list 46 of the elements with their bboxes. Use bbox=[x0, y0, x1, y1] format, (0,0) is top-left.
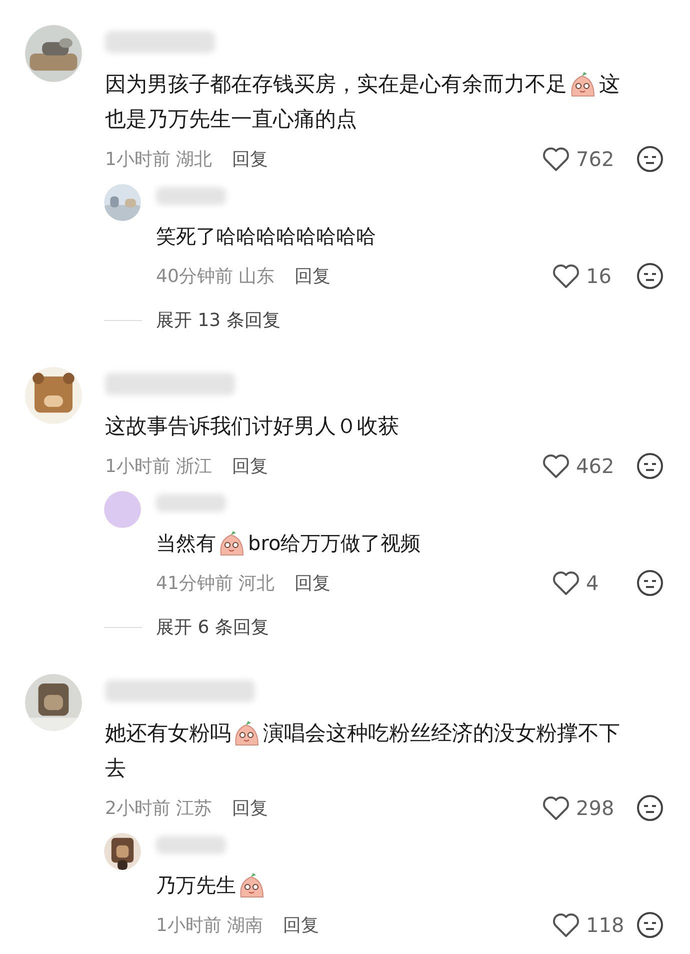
reply-link[interactable]: 回复 bbox=[232, 147, 268, 171]
like-button[interactable]: 118 bbox=[552, 912, 632, 938]
comment-text: 演唱会这种吃粉丝经济的没女粉撑不下 bbox=[263, 720, 620, 747]
heart-icon bbox=[552, 263, 580, 289]
heart-icon bbox=[542, 146, 570, 172]
reply-link[interactable]: 回复 bbox=[232, 454, 268, 478]
comment-text: 这故事告诉我们讨好男人０收获 bbox=[105, 413, 399, 440]
expand-replies-link[interactable]: 展开 6 条回复 bbox=[156, 615, 269, 639]
dislike-face-icon[interactable] bbox=[636, 452, 664, 480]
dislike-face-icon[interactable] bbox=[636, 569, 664, 597]
comment-text: 也是乃万先生一直心痛的点 bbox=[105, 106, 357, 133]
like-button[interactable]: 4 bbox=[552, 570, 632, 596]
comment-meta: 41分钟前 河北 bbox=[156, 572, 275, 595]
comment-meta: 1小时前 湖北 bbox=[105, 148, 212, 171]
dislike-face-icon[interactable] bbox=[636, 145, 664, 173]
heart-icon bbox=[552, 570, 580, 596]
reply-link[interactable]: 回复 bbox=[232, 796, 268, 820]
comment-meta: 2小时前 江苏 bbox=[105, 797, 212, 820]
comment-text: 乃万先生 bbox=[156, 872, 236, 899]
dislike-face-icon[interactable] bbox=[636, 794, 664, 822]
dislike-face-icon[interactable] bbox=[636, 262, 664, 290]
like-button[interactable]: 16 bbox=[552, 263, 632, 289]
comment-text: 去 bbox=[105, 755, 126, 782]
blurred-name bbox=[156, 494, 226, 512]
like-button[interactable]: 462 bbox=[542, 453, 622, 479]
reply-link[interactable]: 回复 bbox=[294, 264, 331, 288]
blurred-name bbox=[156, 836, 226, 854]
comment-meta: 1小时前 湖南 bbox=[156, 914, 264, 937]
comment-text: 当然有 bbox=[156, 530, 216, 557]
comment-meta: 40分钟前 山东 bbox=[156, 265, 275, 288]
comment-text: bro给万万做了视频 bbox=[248, 530, 421, 557]
reply-link[interactable]: 回复 bbox=[294, 571, 331, 595]
reply-link[interactable]: 回复 bbox=[283, 913, 320, 937]
like-button[interactable]: 298 bbox=[542, 795, 622, 821]
comment-text: 因为男孩子都在存钱买房，实在是心有余而力不足 bbox=[105, 71, 567, 98]
dislike-face-icon[interactable] bbox=[636, 911, 664, 939]
heart-icon bbox=[542, 453, 570, 479]
heart-icon bbox=[552, 912, 580, 938]
comment-text: 她还有女粉吗 bbox=[105, 720, 231, 747]
like-button[interactable]: 762 bbox=[542, 146, 622, 172]
expand-replies-link[interactable]: 展开 13 条回复 bbox=[156, 308, 280, 332]
heart-icon bbox=[542, 795, 570, 821]
comment-text: 这 bbox=[599, 71, 620, 98]
comment-meta: 1小时前 浙江 bbox=[105, 455, 212, 478]
blurred-name bbox=[156, 187, 226, 205]
comment-text: 笑死了哈哈哈哈哈哈哈哈 bbox=[156, 223, 376, 250]
